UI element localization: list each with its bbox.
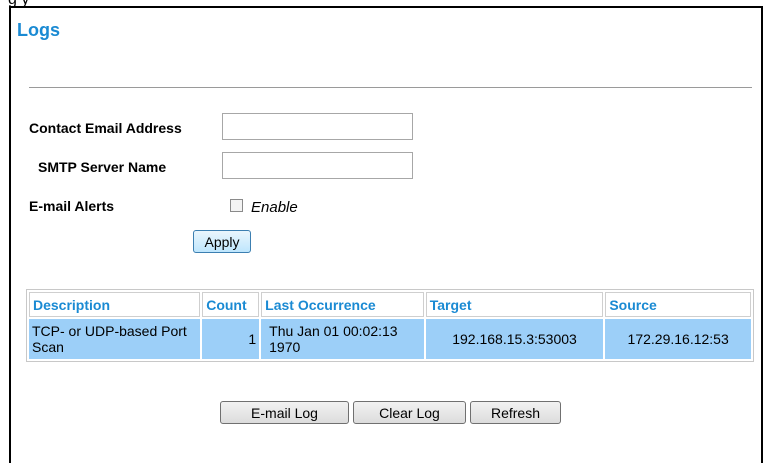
- email-alerts-label: E-mail Alerts: [29, 198, 115, 214]
- page-title: Logs: [17, 20, 60, 40]
- clear-log-button[interactable]: Clear Log: [353, 401, 466, 424]
- enable-alerts-checkbox[interactable]: [230, 199, 243, 212]
- email-log-button[interactable]: E-mail Log: [220, 401, 349, 424]
- table-header-row: Description Count Last Occurrence Target…: [29, 292, 751, 317]
- cell-count: 1: [202, 319, 260, 359]
- contact-email-input[interactable]: [222, 113, 413, 140]
- cell-description: TCP- or UDP-based Port Scan: [29, 319, 201, 359]
- apply-button[interactable]: Apply: [193, 230, 251, 253]
- cell-last-occurrence: Thu Jan 01 00:02:13 1970: [261, 319, 424, 359]
- col-header-description: Description: [29, 292, 201, 317]
- col-header-last-occurrence: Last Occurrence: [261, 292, 424, 317]
- smtp-server-input[interactable]: [222, 152, 413, 179]
- logs-table: Description Count Last Occurrence Target…: [26, 289, 754, 362]
- table-row: TCP- or UDP-based Port Scan 1 Thu Jan 01…: [29, 319, 751, 359]
- cell-source: 172.29.16.12:53: [605, 319, 751, 359]
- col-header-source: Source: [605, 292, 751, 317]
- refresh-button[interactable]: Refresh: [470, 401, 561, 424]
- contact-email-label: Contact Email Address: [29, 120, 182, 136]
- cell-target: 192.168.15.3:53003: [425, 319, 604, 359]
- enable-alerts-label: Enable: [251, 199, 298, 216]
- col-header-count: Count: [202, 292, 260, 317]
- col-header-target: Target: [425, 292, 604, 317]
- divider: [29, 87, 752, 88]
- smtp-server-label: SMTP Server Name: [38, 159, 167, 175]
- logs-panel: [9, 6, 763, 463]
